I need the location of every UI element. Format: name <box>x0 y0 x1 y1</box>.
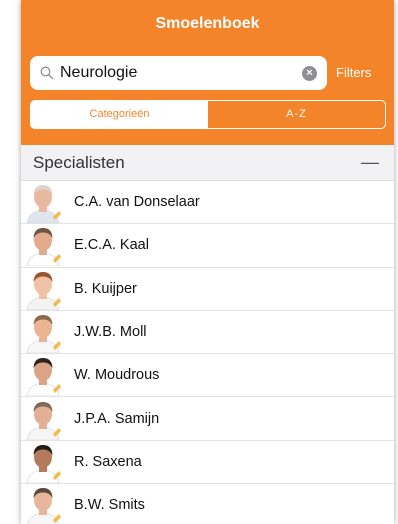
search-input[interactable] <box>60 64 290 82</box>
specialist-name: B. Kuijper <box>74 280 137 297</box>
specialist-name: E.C.A. Kaal <box>74 237 149 254</box>
clear-search-icon[interactable]: × <box>302 66 317 81</box>
list-item[interactable]: J.P.A. Samijn <box>21 397 394 441</box>
list-item[interactable]: C.A. van Donselaar <box>21 181 394 225</box>
search-bar[interactable]: × <box>30 56 327 90</box>
app-header: Smoelenboek × Filters Categorieën A-Z <box>21 0 394 145</box>
specialist-name: J.W.B. Moll <box>74 324 147 341</box>
avatar <box>23 181 63 224</box>
avatar <box>23 397 63 440</box>
avatar <box>23 311 63 354</box>
avatar <box>23 484 63 524</box>
search-icon <box>40 66 54 80</box>
filters-button[interactable]: Filters <box>336 65 371 80</box>
avatar <box>23 354 63 397</box>
avatar <box>23 267 63 310</box>
list-item[interactable]: B. Kuijper <box>21 267 394 311</box>
collapse-icon[interactable]: — <box>361 152 379 173</box>
avatar <box>23 440 63 483</box>
list-item[interactable]: E.C.A. Kaal <box>21 224 394 268</box>
list-item[interactable]: B.W. Smits <box>21 484 394 524</box>
list-item[interactable]: J.W.B. Moll <box>21 311 394 355</box>
specialist-name: R. Saxena <box>74 453 142 470</box>
section-title: Specialisten <box>33 152 125 172</box>
avatar <box>23 224 63 267</box>
tab-a-z[interactable]: A-Z <box>208 101 385 128</box>
page-title: Smoelenboek <box>155 15 260 32</box>
specialist-name: W. Moudrous <box>74 367 160 384</box>
specialist-list: C.A. van Donselaar E.C.A. Kaal B. Kuijper J… <box>21 181 394 524</box>
tab-categorieen[interactable]: Categorieën <box>31 101 208 128</box>
list-item[interactable]: R. Saxena <box>21 440 394 485</box>
specialist-name: C.A. van Donselaar <box>74 194 200 211</box>
specialist-name: B.W. Smits <box>74 497 145 514</box>
list-item[interactable]: W. Moudrous <box>21 354 394 398</box>
specialist-name: J.P.A. Samijn <box>74 410 160 427</box>
section-header[interactable]: Specialisten — <box>21 145 394 181</box>
phone-screen: Smoelenboek × Filters Categorieën A-Z Sp… <box>21 0 394 524</box>
segmented-control: Categorieën A-Z <box>30 100 386 129</box>
